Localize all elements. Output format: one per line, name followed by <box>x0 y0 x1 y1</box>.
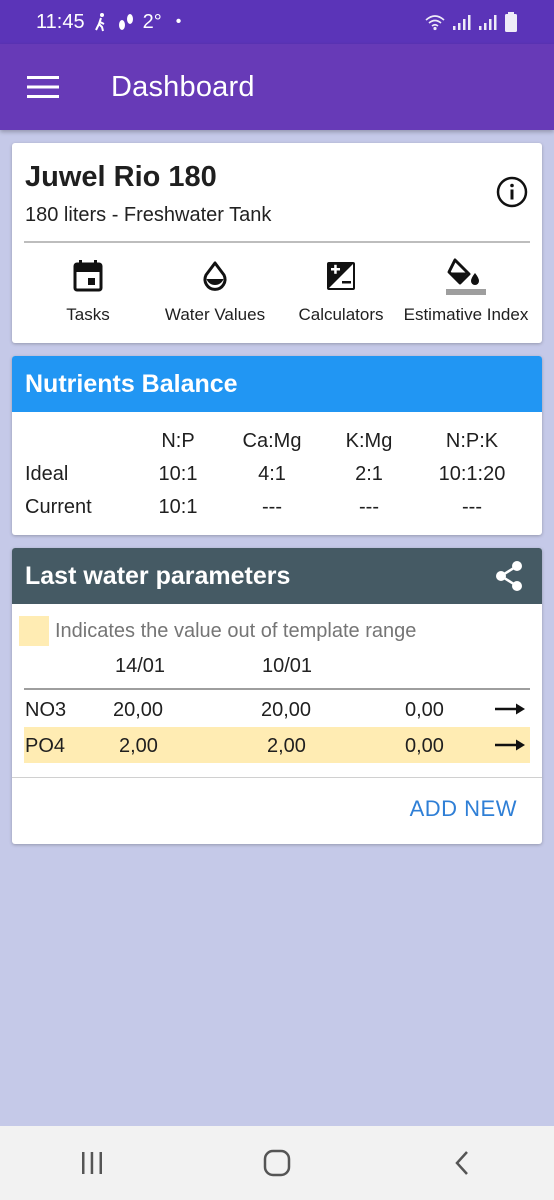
estimative-index-button[interactable]: Estimative Index <box>401 255 531 335</box>
divider <box>12 777 542 778</box>
row-label: Ideal <box>25 463 69 485</box>
status-bar: 11:45 2° • <box>0 0 554 44</box>
wifi-icon <box>425 15 445 31</box>
water-drop-icon <box>203 261 227 291</box>
calculators-button[interactable]: Calculators <box>276 255 406 335</box>
cell-value: --- <box>262 496 282 518</box>
cell-value: --- <box>462 496 482 518</box>
parameter-value: 2,00 <box>267 735 306 757</box>
parameter-name: PO4 <box>25 735 66 757</box>
water-values-label: Water Values <box>164 305 266 324</box>
tasks-button[interactable]: Tasks <box>23 255 153 335</box>
paint-bucket-icon <box>446 258 486 295</box>
legend-text: Indicates the value out of template rang… <box>55 619 417 642</box>
column-header: N:P <box>161 430 195 452</box>
parameter-value: 20,00 <box>261 699 312 721</box>
hamburger-menu-icon <box>27 76 59 98</box>
back-icon <box>454 1151 468 1175</box>
home-icon <box>263 1149 291 1177</box>
calculators-label: Calculators <box>298 305 384 324</box>
add-new-button[interactable]: ADD NEW <box>410 796 517 822</box>
parameter-value: 0,00 <box>405 735 444 757</box>
info-icon <box>496 176 528 208</box>
tank-card: Juwel Rio 180 180 liters - Freshwater Ta… <box>12 143 542 343</box>
page-title: Dashboard <box>111 70 255 103</box>
cell-value: 10:1 <box>158 463 198 485</box>
column-header: K:Mg <box>345 430 393 452</box>
app-bar: Dashboard <box>0 44 554 130</box>
legend-swatch <box>19 616 49 646</box>
water-parameters-card: Last water parameters Indicates the valu… <box>12 548 542 844</box>
footsteps-icon <box>118 14 133 30</box>
nutrients-balance-card: Nutrients Balance N:P Ca:Mg K:Mg N:P:K I… <box>12 356 542 535</box>
arrow-right-icon[interactable] <box>494 697 526 721</box>
out-of-range-legend: Indicates the value out of template rang… <box>19 616 416 646</box>
cell-value: 10:1:20 <box>438 463 506 485</box>
home-button[interactable] <box>247 1133 307 1193</box>
recent-apps-icon <box>82 1152 103 1174</box>
cell-value: 2:1 <box>355 463 383 485</box>
tasks-label: Tasks <box>66 305 110 324</box>
share-icon <box>496 561 522 591</box>
calculator-icon <box>327 262 355 290</box>
signal-icon <box>453 15 471 30</box>
row-label: Current <box>25 496 92 518</box>
menu-button[interactable] <box>0 44 86 130</box>
tank-description: 180 liters - Freshwater Tank <box>25 204 272 226</box>
tank-name: Juwel Rio 180 <box>25 161 217 193</box>
tank-actions: Tasks Water Values Calculators Estimativ… <box>12 255 542 335</box>
parameter-value: 2,00 <box>119 735 158 757</box>
back-button[interactable] <box>432 1133 492 1193</box>
share-button[interactable] <box>492 559 526 593</box>
walking-icon <box>94 13 105 32</box>
date-header: 14/01 <box>114 655 166 677</box>
divider <box>24 688 530 690</box>
date-header: 10/01 <box>261 655 313 677</box>
parameter-row-po4[interactable]: PO4 2,00 2,00 0,00 <box>24 727 530 763</box>
navigation-bar <box>0 1126 554 1200</box>
signal-icon <box>479 15 497 30</box>
nutrients-header-row: N:P Ca:Mg K:Mg N:P:K <box>12 430 542 462</box>
info-button[interactable] <box>496 176 528 208</box>
status-time: 11:45 <box>36 10 85 33</box>
estimative-index-label: Estimative Index <box>403 305 529 324</box>
parameter-row-no3[interactable]: NO3 20,00 20,00 0,00 <box>24 691 530 727</box>
status-dot: • <box>175 13 182 30</box>
arrow-right-icon[interactable] <box>494 733 526 757</box>
cell-value: --- <box>359 496 379 518</box>
calendar-icon <box>73 260 103 292</box>
parameters-header: Last water parameters <box>12 548 542 604</box>
parameter-value: 20,00 <box>113 699 164 721</box>
parameters-title: Last water parameters <box>25 561 291 590</box>
cell-value: 4:1 <box>258 463 286 485</box>
parameter-value: 0,00 <box>405 699 444 721</box>
column-header: Ca:Mg <box>242 430 302 452</box>
water-values-button[interactable]: Water Values <box>150 255 280 335</box>
nutrients-title: Nutrients Balance <box>25 369 238 398</box>
column-header: N:P:K <box>445 430 499 452</box>
nutrients-header: Nutrients Balance <box>12 356 542 412</box>
battery-icon <box>505 12 517 32</box>
status-temperature: 2° <box>142 10 162 33</box>
cell-value: 10:1 <box>158 496 198 518</box>
divider <box>24 241 530 243</box>
parameter-name: NO3 <box>25 699 67 721</box>
recent-apps-button[interactable] <box>62 1133 122 1193</box>
nutrients-row-current: Current 10:1 --- --- --- <box>12 496 542 528</box>
nutrients-row-ideal: Ideal 10:1 4:1 2:1 10:1:20 <box>12 463 542 495</box>
